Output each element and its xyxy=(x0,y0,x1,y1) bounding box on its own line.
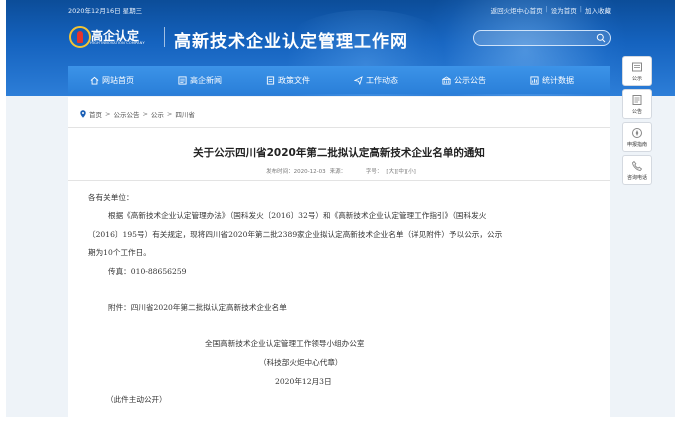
nav-label: 政策文件 xyxy=(278,75,310,85)
title-divider xyxy=(164,27,165,47)
chart-icon xyxy=(530,75,539,85)
document-icon xyxy=(266,75,275,85)
page-frame: 2020年12月16日 星期三 返回火炬中心首页 | 设为首页 | 加入收藏 高… xyxy=(6,0,675,417)
news-icon xyxy=(178,75,187,85)
nav-home[interactable]: 网站首页 xyxy=(90,66,178,94)
body-line: 根据《高新技术企业认定管理办法》（国科发火〔2016〕32号）和《高新技术企业认… xyxy=(108,211,487,220)
nav-policy[interactable]: 政策文件 xyxy=(266,66,354,94)
breadcrumb-home[interactable]: 首页 xyxy=(89,109,102,119)
breadcrumb-sichuan[interactable]: 四川省 xyxy=(175,109,195,119)
side-button-announcement[interactable]: 公告 xyxy=(622,89,652,119)
nav-label: 工作动态 xyxy=(366,75,398,85)
nav-label: 统计数据 xyxy=(542,75,574,85)
current-date: 2020年12月16日 星期三 xyxy=(68,7,143,15)
body-line: 期为10个工作日。 xyxy=(88,248,151,257)
location-pin-icon xyxy=(80,110,86,118)
signature-seal: （科技部火炬中心代章） xyxy=(259,358,343,367)
main-nav: 网站首页 高企新闻 政策文件 工作动态 公示公告 统计数据 xyxy=(68,66,610,94)
font-size-label: 字号： xyxy=(365,169,383,175)
article-title: 关于公示四川省2020年第二批拟认定高新技术企业名单的通知 xyxy=(193,147,485,159)
side-button-notice[interactable]: 公示 xyxy=(622,56,652,86)
article-panel: 首页 > 公示公告 > 公示 > 四川省 关于公示四川省2020年第二批拟认定高… xyxy=(68,97,610,417)
link-torch-home[interactable]: 返回火炬中心首页 xyxy=(491,5,543,15)
disclosure-note: （此件主动公开） xyxy=(106,395,167,404)
divider xyxy=(68,180,610,181)
link-set-homepage[interactable]: 设为首页 xyxy=(551,5,577,15)
link-add-favorite[interactable]: 加入收藏 xyxy=(585,5,611,15)
attachment-link[interactable]: 附件：四川省2020年第二批拟认定高新技术企业名单 xyxy=(108,302,287,313)
body-line: 〔2016〕195号）有关规定，现将四川省2020年第二批2389家企业拟认定高… xyxy=(88,230,503,239)
font-size-large[interactable]: [大] xyxy=(386,169,396,175)
home-icon xyxy=(90,76,99,85)
breadcrumb-announcements[interactable]: 公示公告 xyxy=(113,109,139,119)
signature-date: 2020年12月3日 xyxy=(275,377,332,386)
side-label: 公示 xyxy=(631,75,642,82)
nav-label: 网站首页 xyxy=(102,75,134,85)
source-label: 来源： xyxy=(329,169,347,175)
logo-emblem-icon xyxy=(69,26,91,48)
top-bar: 2020年12月16日 星期三 返回火炬中心首页 | 设为首页 | 加入收藏 xyxy=(6,0,675,18)
side-label: 公告 xyxy=(631,108,642,115)
site-title: 高新技术企业认定管理工作网 xyxy=(174,32,408,52)
nav-work-updates[interactable]: 工作动态 xyxy=(354,66,442,94)
side-button-phone[interactable]: 咨询电话 xyxy=(622,155,652,185)
search-icon[interactable] xyxy=(596,33,606,43)
send-icon xyxy=(354,75,363,85)
nav-statistics[interactable]: 统计数据 xyxy=(530,66,610,94)
fax-line: 传真：010-88656259 xyxy=(108,267,187,276)
divider xyxy=(68,127,610,128)
bank-icon xyxy=(442,75,451,85)
top-links: 返回火炬中心首页 | 设为首页 | 加入收藏 xyxy=(490,5,611,15)
logo-brand-en: HIGH INNOVATION COMPANY xyxy=(90,41,145,45)
nav-announcements[interactable]: 公示公告 xyxy=(442,66,530,94)
announcement-icon xyxy=(632,94,642,105)
side-label: 申报指南 xyxy=(626,141,647,148)
side-toolbar: 公示 公告 申报指南 咨询电话 xyxy=(622,56,654,188)
breadcrumb-notice[interactable]: 公示 xyxy=(151,109,164,119)
signature-office: 全国高新技术企业认定管理工作领导小组办公室 xyxy=(205,339,365,348)
side-button-guide[interactable]: 申报指南 xyxy=(622,122,652,152)
salutation: 各有关单位： xyxy=(88,193,134,202)
side-label: 咨询电话 xyxy=(626,174,647,181)
guide-icon xyxy=(632,127,642,138)
search-input[interactable] xyxy=(473,30,611,46)
font-size-small[interactable]: [小] xyxy=(406,169,416,175)
font-size-medium[interactable]: [中] xyxy=(396,169,406,175)
article-meta: 发布时间：2020-12-03 来源： 字号： [大][中][小] xyxy=(68,167,610,175)
publish-date: 发布时间：2020-12-03 xyxy=(266,169,326,175)
nav-label: 高企新闻 xyxy=(190,75,222,85)
breadcrumb: 首页 > 公示公告 > 公示 > 四川省 xyxy=(80,109,195,119)
nav-news[interactable]: 高企新闻 xyxy=(178,66,266,94)
notice-icon xyxy=(632,62,642,71)
phone-icon xyxy=(632,160,643,171)
nav-label: 公示公告 xyxy=(454,75,486,85)
site-logo[interactable]: 高企认定 HIGH INNOVATION COMPANY xyxy=(69,26,161,50)
